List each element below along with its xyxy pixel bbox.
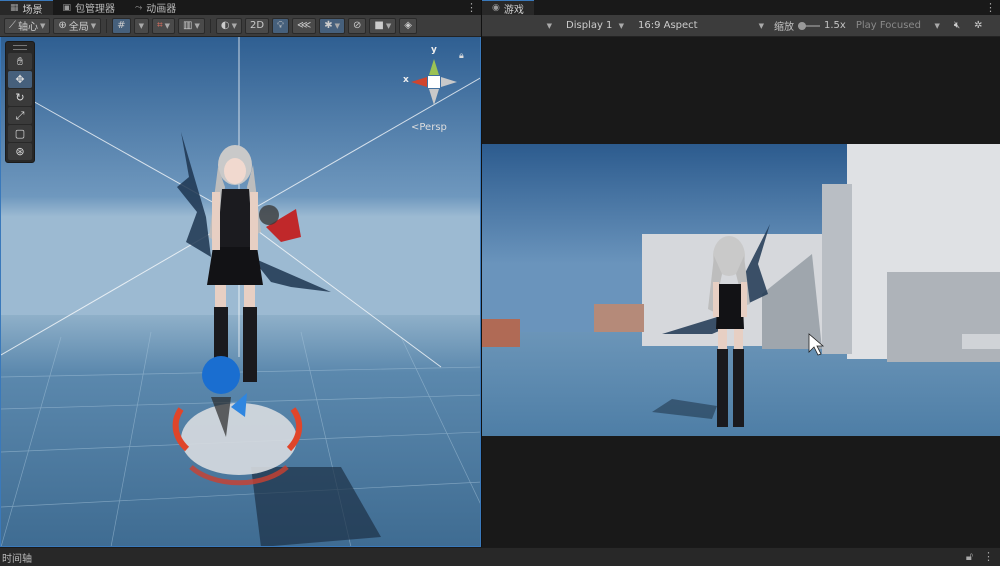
grid-icon: ▦ [10,3,19,13]
tab-package-manager[interactable]: ▣ 包管理器 [53,0,126,16]
scale-label: 缩放 [774,22,794,33]
play-mode-dropdown[interactable]: Play Focused ▼ [852,18,944,34]
grid-icon: # [117,20,126,31]
unity-editor: ▦ 场景 ▣ 包管理器 ⤳ 动画器 ⋮ ◉ 游戏 ⋮ ⟋ 轴心 ▼ ⊕ 全局 ▼ # ▼ ⌗ ▼ … [0,0,1000,566]
chevron-down-icon: ▼ [231,21,237,30]
eye-off-icon: ⊘ [353,20,362,31]
snap-icon: ⌗ [156,20,163,31]
game-render [482,144,1000,436]
more-icon[interactable]: ⋮ [985,0,996,15]
global-toggle[interactable]: ⊕ 全局 ▼ [53,17,102,34]
snap-button[interactable]: ⌗ ▼ [151,17,175,34]
gizmos-icon: ◈ [404,20,412,31]
scale-slider-track[interactable] [798,21,820,30]
projection-toggle[interactable]: <Persp [411,122,447,133]
grid-dropdown[interactable]: ▼ [133,17,149,34]
pivot-toggle[interactable]: ⟋ 轴心 ▼ [4,17,51,34]
chevron-down-icon: ▼ [618,21,624,30]
scale-value: 1.5x [824,20,846,31]
rotate-icon: ↻ [15,91,25,104]
more-icon[interactable]: ⋮ [983,550,994,564]
gizmo-x-label: x [403,75,409,85]
chevron-down-icon: ▼ [40,21,46,30]
chevron-down-icon: ▼ [164,21,170,30]
audio-button[interactable]: ⋘ [292,17,317,34]
chevron-down-icon: ▼ [138,21,144,30]
chevron-down-icon: ▼ [90,21,97,30]
increment-snap-button[interactable]: ▥ ▼ [177,17,205,34]
lock-icon[interactable]: 🔓︎ [966,550,973,564]
chevron-down-icon: ▼ [546,21,552,30]
scene-viewport[interactable]: ✋︎ ✥ ↻ ⤢ ▢ ⊛ y x 🔒︎ <Persp [0,37,481,547]
display-dropdown[interactable]: Display 1 ▼ [562,18,628,34]
game-tab-bar: ◉ 游戏 ⋮ [482,0,1000,16]
transform-tool[interactable]: ⊛ [8,143,32,160]
hidden-objects-button[interactable]: ⊘ [348,17,367,34]
scene-toolbar: ⟋ 轴心 ▼ ⊕ 全局 ▼ # ▼ ⌗ ▼ ▥ ▼ ◐ ▼ 2D 💡︎ ⋘ ✱ ▼ ⊘ ■ ▼ ◈ [0,15,481,37]
mute-audio-button[interactable]: 🔇︎ [950,18,964,34]
stats-button[interactable]: ✲ [970,18,986,34]
lighting-button[interactable]: 💡︎ [272,17,290,34]
separator [106,18,108,33]
effects-button[interactable]: ✱ ▼ [319,17,346,34]
scale-slider[interactable]: 缩放 1.5x [774,18,846,33]
scale-tool[interactable]: ⤢ [8,107,32,124]
scene-tab-bar: ▦ 场景 ▣ 包管理器 ⤳ 动画器 ⋮ [0,0,481,16]
chevron-down-icon: ▼ [334,21,341,30]
gamepad-icon: ◉ [492,3,500,13]
shading-icon: ◐ [220,20,230,31]
tab-scene[interactable]: ▦ 场景 [0,0,53,16]
chevron-down-icon: ▼ [934,21,940,30]
move-icon: ✥ [15,73,25,86]
effects-icon: ✱ [324,20,333,31]
scale-icon: ⤢ [15,108,25,122]
lock-icon[interactable]: 🔒︎ [459,51,464,61]
game-view-dropdown[interactable]: ▼ [486,18,556,34]
rotate-tool[interactable]: ↻ [8,89,32,106]
chevron-down-icon: ▼ [194,21,200,30]
hand-icon: ✋︎ [16,54,24,68]
mute-icon: 🔇︎ [953,20,961,31]
chevron-down-icon: ▼ [758,21,764,30]
audio-icon: ⋘ [297,20,312,31]
camera-icon: ■ [374,20,384,31]
aspect-dropdown[interactable]: 16:9 Aspect ▼ [634,18,768,34]
gizmos-button[interactable]: ◈ [399,17,417,34]
more-icon[interactable]: ⋮ [466,0,477,15]
transform-icon: ⊛ [15,145,25,158]
tab-game[interactable]: ◉ 游戏 [482,0,534,16]
lightbulb-icon: 💡︎ [277,20,285,31]
rect-icon: ▢ [14,127,26,140]
draw-mode-button[interactable]: ◐ ▼ [215,17,242,34]
game-viewport[interactable] [482,37,1000,547]
timeline-bar: 时间轴 🔓︎ ⋮ [0,547,1000,566]
ruler-icon: ▥ [182,20,193,31]
package-icon: ▣ [62,2,72,13]
scale-slider-knob[interactable] [798,21,806,30]
tab-animator[interactable]: ⤳ 动画器 [125,0,186,16]
chevron-down-icon: ▼ [385,21,392,30]
panel-grip[interactable] [13,45,27,50]
game-toolbar: ▼ Display 1 ▼ 16:9 Aspect ▼ 缩放 1.5x Play F… [482,15,1000,37]
tool-panel: ✋︎ ✥ ↻ ⤢ ▢ ⊛ [5,41,35,163]
grid-snap-button[interactable]: # [112,17,131,34]
gizmo-y-label: y [431,45,437,55]
separator [209,18,211,33]
move-tool[interactable]: ✥ [8,71,32,88]
2d-mode-button[interactable]: 2D [244,17,270,34]
bug-icon: ✲ [974,20,983,31]
pivot-icon: ⟋ [9,20,16,31]
timeline-tab[interactable]: 时间轴 [2,550,32,565]
globe-icon: ⊕ [58,20,67,31]
camera-settings-button[interactable]: ■ ▼ [369,17,397,34]
game-scene [482,144,1000,436]
animator-icon: ⤳ [135,2,143,13]
hand-tool[interactable]: ✋︎ [8,53,32,70]
rect-tool[interactable]: ▢ [8,125,32,142]
